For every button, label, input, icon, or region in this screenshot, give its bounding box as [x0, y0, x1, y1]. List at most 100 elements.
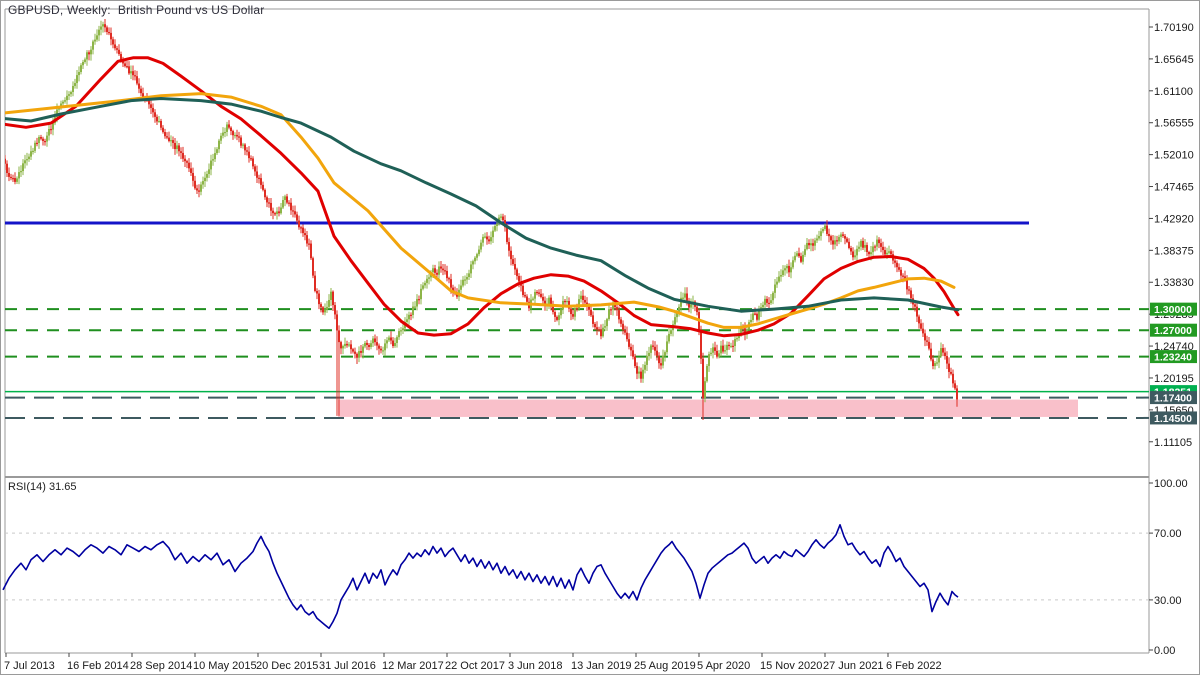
- candle: [134, 70, 136, 81]
- supply-zone[interactable]: [338, 399, 1078, 417]
- candle: [850, 245, 852, 255]
- candle: [364, 340, 366, 349]
- candle: [846, 236, 848, 244]
- candle: [818, 230, 820, 241]
- candle: [70, 90, 72, 97]
- candle: [160, 118, 162, 131]
- price-tick-label: 1.38375: [1154, 245, 1194, 257]
- candle: [774, 279, 776, 299]
- candle: [264, 188, 266, 200]
- candle: [442, 263, 444, 276]
- candle: [842, 231, 844, 238]
- candle: [514, 257, 516, 275]
- candle: [766, 296, 768, 307]
- candle: [216, 147, 218, 155]
- candle: [180, 147, 182, 160]
- candle: [372, 335, 374, 348]
- candle: [412, 301, 414, 319]
- candle: [860, 239, 862, 251]
- candle: [590, 305, 592, 318]
- candle: [822, 226, 824, 234]
- price-badge[interactable]: 1.23240: [1150, 350, 1197, 364]
- candle: [954, 380, 956, 390]
- candle: [224, 127, 226, 138]
- candle: [310, 240, 312, 260]
- candle: [660, 358, 662, 370]
- chart-canvas[interactable]: 1.70190 1.65645 1.61100 1.56555 1.52010 1.474…: [1, 1, 1200, 675]
- candle: [5, 155, 6, 170]
- candle: [756, 312, 758, 322]
- candle: [230, 126, 232, 136]
- candle: [244, 143, 246, 156]
- candle: [54, 110, 56, 126]
- candle: [386, 337, 388, 349]
- candle: [214, 147, 216, 162]
- candle: [834, 235, 836, 250]
- chart-title: GBPUSD, Weekly: British Pound vs US Doll…: [8, 3, 265, 17]
- candle: [564, 299, 566, 306]
- date-tick-label: 15 Nov 2020: [760, 660, 822, 672]
- candle: [654, 341, 656, 356]
- candle: [258, 174, 260, 184]
- candle: [728, 341, 730, 350]
- candle: [292, 205, 294, 218]
- price-badge[interactable]: 1.17400: [1150, 391, 1197, 405]
- candle: [726, 341, 728, 355]
- date-tick-label: 16 Feb 2014: [67, 660, 129, 672]
- candle: [552, 300, 554, 315]
- candle: [808, 239, 810, 249]
- candle: [50, 125, 52, 135]
- candle: [266, 195, 268, 208]
- candle: [236, 129, 238, 141]
- candle: [182, 146, 184, 163]
- candle: [398, 328, 400, 340]
- candle: [950, 367, 952, 376]
- candle: [326, 300, 328, 313]
- candle: [486, 232, 488, 245]
- candle: [930, 342, 932, 362]
- candle: [342, 344, 344, 355]
- price-badge[interactable]: 1.30000: [1150, 302, 1197, 317]
- candle: [780, 269, 782, 282]
- candle: [222, 127, 224, 139]
- candle: [302, 224, 304, 237]
- candle: [916, 302, 918, 323]
- candle: [36, 137, 38, 147]
- candle: [566, 296, 568, 307]
- rsi-line: [2, 524, 959, 630]
- price-badge[interactable]: 1.27000: [1150, 323, 1197, 338]
- candle: [488, 235, 490, 245]
- candle: [260, 173, 262, 189]
- candle: [784, 265, 786, 276]
- candle: [712, 343, 714, 359]
- candle: [192, 167, 194, 187]
- mt4-chart-window: 1.70190 1.65645 1.61100 1.56555 1.52010 1.474…: [0, 0, 1200, 675]
- candle: [626, 326, 628, 342]
- price-badge[interactable]: 1.14500: [1150, 411, 1197, 425]
- candle: [280, 202, 282, 215]
- date-tick-label: 25 Aug 2019: [634, 660, 696, 672]
- price-tick-label: 1.61100: [1154, 86, 1193, 98]
- candle: [348, 342, 350, 348]
- price-tick-label: 1.70190: [1154, 22, 1194, 34]
- candle: [936, 358, 938, 366]
- candle: [844, 234, 846, 245]
- candle: [314, 270, 316, 293]
- candle: [330, 288, 332, 307]
- candle: [288, 200, 290, 207]
- candle: [942, 344, 944, 357]
- candle: [908, 285, 910, 295]
- candle: [710, 348, 712, 357]
- candle: [650, 344, 652, 359]
- svg-text:1.27000: 1.27000: [1154, 325, 1192, 337]
- candle: [8, 167, 10, 182]
- candle: [628, 333, 630, 350]
- candle: [14, 172, 16, 185]
- candle: [332, 290, 334, 312]
- candle: [600, 324, 602, 340]
- candle: [938, 350, 940, 369]
- candle: [732, 340, 734, 353]
- rsi-tick-label: 100.00: [1154, 478, 1188, 490]
- candle: [130, 65, 132, 80]
- candle: [866, 242, 868, 257]
